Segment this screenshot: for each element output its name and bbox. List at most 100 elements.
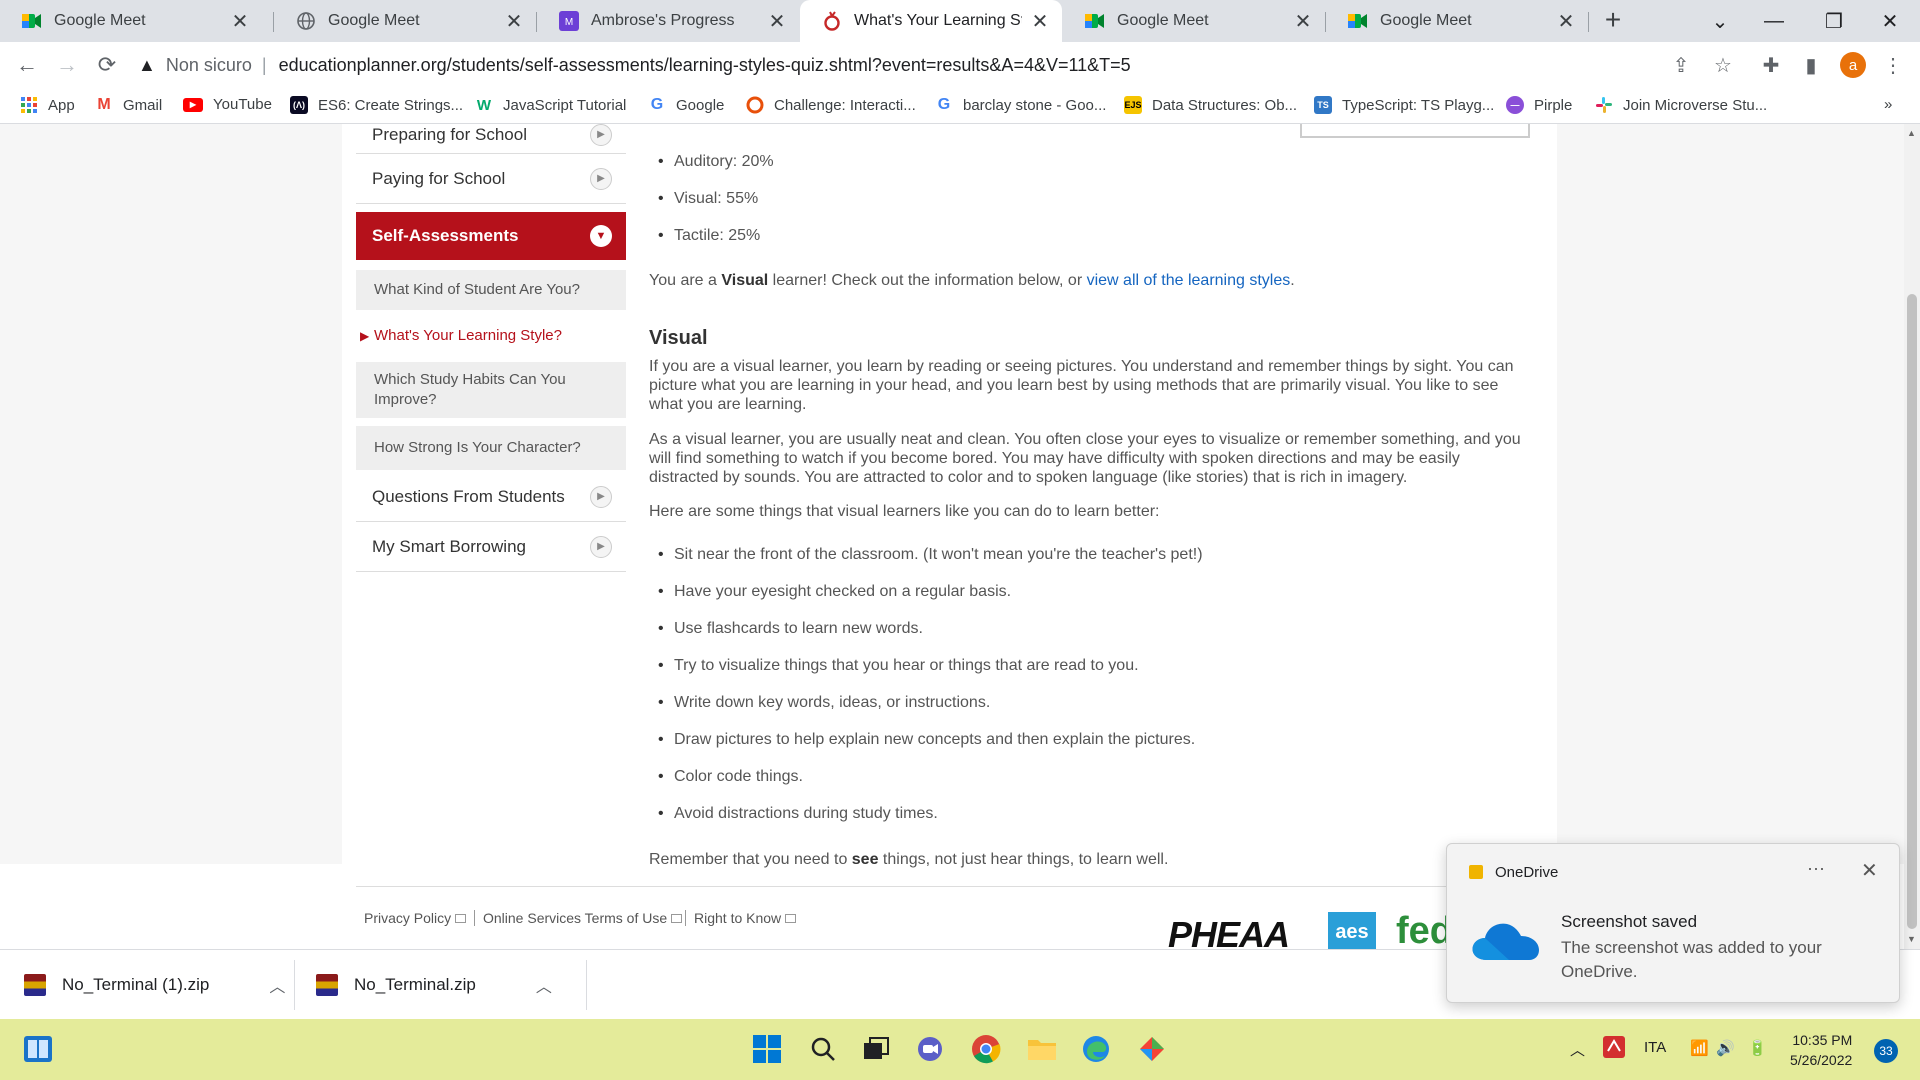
tab-search-chevron-icon[interactable]: ⌄ bbox=[1690, 0, 1750, 42]
close-window-button[interactable]: ✕ bbox=[1860, 0, 1920, 42]
bookmark-es6[interactable]: (Λ) ES6: Create Strings... bbox=[290, 96, 463, 114]
footer-link-privacy[interactable]: Privacy Policy bbox=[364, 910, 467, 926]
sidebar-item-preparing[interactable]: Preparing for School ▶ bbox=[356, 124, 626, 154]
download-filename: No_Terminal.zip bbox=[354, 975, 476, 994]
file-explorer-icon[interactable] bbox=[1024, 1031, 1060, 1067]
visual-paragraph-3: Here are some things that visual learner… bbox=[649, 503, 1160, 520]
minimize-button[interactable]: — bbox=[1744, 0, 1804, 42]
sidebar-sub-label: Which Study Habits Can You Improve? bbox=[374, 371, 566, 408]
start-windows-icon[interactable] bbox=[749, 1031, 785, 1067]
bookmark-app[interactable]: App bbox=[20, 96, 75, 114]
url-text[interactable]: educationplanner.org/students/self-asses… bbox=[279, 55, 1131, 76]
share-icon[interactable]: ⇪ bbox=[1666, 50, 1696, 80]
tab-google-meet-3[interactable]: Google Meet ✕ bbox=[1063, 0, 1325, 42]
notification-count-badge[interactable]: 33 bbox=[1874, 1039, 1898, 1063]
task-view-icon[interactable] bbox=[858, 1031, 894, 1067]
bookmark-barclay[interactable]: G barclay stone - Goo... bbox=[935, 96, 1107, 114]
pheaa-logo[interactable]: PHEAA bbox=[1168, 914, 1290, 949]
git-kraken-icon[interactable] bbox=[1134, 1031, 1170, 1067]
scroll-down-icon[interactable]: ▼ bbox=[1907, 934, 1916, 944]
tab-close-icon[interactable]: ✕ bbox=[1030, 9, 1050, 34]
bookmark-label: App bbox=[48, 96, 75, 114]
sidebar-sub-character[interactable]: How Strong Is Your Character? bbox=[356, 426, 626, 470]
reload-button[interactable]: ⟳ bbox=[92, 50, 122, 80]
sidebar-item-label: Self-Assessments bbox=[372, 226, 519, 245]
volume-icon[interactable]: 🔊 bbox=[1716, 1039, 1735, 1057]
address-bar[interactable]: ▲ Non sicuro | educationplanner.org/stud… bbox=[138, 47, 1748, 83]
globe-icon bbox=[296, 11, 316, 31]
chevron-up-icon[interactable]: ︿ bbox=[536, 973, 552, 997]
antivirus-tray-icon[interactable] bbox=[1603, 1036, 1625, 1062]
bookmark-google[interactable]: G Google bbox=[648, 96, 725, 114]
system-clock[interactable]: 10:35 PM 5/26/2022 bbox=[1790, 1030, 1852, 1070]
arrow-right-icon: ▶ bbox=[590, 535, 612, 558]
scroll-up-icon[interactable]: ▲ bbox=[1907, 128, 1916, 138]
score-visual: Visual: 55% bbox=[658, 190, 758, 208]
edge-icon[interactable] bbox=[1078, 1031, 1114, 1067]
search-icon[interactable] bbox=[805, 1031, 841, 1067]
bookmark-microverse[interactable]: Join Microverse Stu... bbox=[1595, 96, 1767, 114]
bookmark-data-structures[interactable]: EJS Data Structures: Ob... bbox=[1124, 96, 1297, 114]
extensions-puzzle-icon[interactable]: ✚ bbox=[1756, 50, 1786, 80]
bookmark-js-tutorial[interactable]: W JavaScript Tutorial bbox=[475, 96, 626, 114]
fed-logo[interactable]: fed bbox=[1396, 910, 1453, 949]
menu-kebab-icon[interactable]: ⋮ bbox=[1878, 50, 1908, 80]
download-item[interactable]: No_Terminal.zip ︿ bbox=[316, 950, 552, 1020]
tab-google-meet-1[interactable]: Google Meet ✕ bbox=[0, 0, 262, 42]
sidebar-item-label: Questions From Students bbox=[372, 486, 565, 506]
input-language[interactable]: ITA bbox=[1644, 1039, 1666, 1056]
chrome-icon[interactable] bbox=[968, 1031, 1004, 1067]
new-tab-button[interactable]: + bbox=[1598, 6, 1628, 36]
side-panel-icon[interactable]: ▮ bbox=[1796, 50, 1826, 80]
close-notification-button[interactable]: ✕ bbox=[1861, 858, 1878, 883]
tray-overflow-chevron-icon[interactable]: ︿ bbox=[1570, 1039, 1585, 1060]
teams-chat-icon[interactable] bbox=[912, 1031, 948, 1067]
sidebar-item-smart-borrowing[interactable]: My Smart Borrowing ▶ bbox=[356, 522, 626, 572]
tab-ambrose-progress[interactable]: M Ambrose's Progress ✕ bbox=[537, 0, 799, 42]
bookmark-challenge[interactable]: Challenge: Interacti... bbox=[746, 96, 916, 114]
sidebar-item-self-assessments[interactable]: Self-Assessments ▼ bbox=[356, 212, 626, 260]
tab-learning-style[interactable]: What's Your Learning Style? ✕ bbox=[800, 0, 1062, 42]
profile-avatar[interactable]: a bbox=[1840, 52, 1866, 78]
tab-title: What's Your Learning Style? bbox=[854, 12, 1022, 29]
bookmark-youtube[interactable]: ▶ YouTube bbox=[183, 96, 272, 113]
page-scrollbar[interactable]: ▲ ▼ bbox=[1904, 124, 1920, 949]
sidebar-item-paying[interactable]: Paying for School ▶ bbox=[356, 154, 626, 204]
battery-icon[interactable]: 🔋 bbox=[1748, 1039, 1767, 1057]
tab-google-meet-4[interactable]: Google Meet ✕ bbox=[1326, 0, 1588, 42]
scroll-thumb[interactable] bbox=[1907, 294, 1917, 929]
footer-link-right-to-know[interactable]: Right to Know bbox=[694, 910, 797, 926]
restore-button[interactable]: ❐ bbox=[1804, 0, 1864, 42]
chevron-up-icon[interactable]: ︿ bbox=[269, 973, 285, 997]
bookmark-label: Pirple bbox=[1534, 96, 1573, 114]
tab-separator bbox=[1588, 12, 1589, 32]
tab-close-icon[interactable]: ✕ bbox=[1293, 9, 1313, 34]
bookmark-pirple[interactable]: — Pirple bbox=[1506, 96, 1572, 114]
sidebar-sub-learning-style[interactable]: ▶ What's Your Learning Style? bbox=[356, 314, 626, 358]
view-all-styles-link[interactable]: view all of the learning styles bbox=[1087, 272, 1291, 289]
footer-link-terms[interactable]: Online Services Terms of Use bbox=[483, 910, 683, 926]
wifi-icon[interactable]: 📶 bbox=[1690, 1039, 1709, 1057]
tab-close-icon[interactable]: ✕ bbox=[767, 9, 787, 34]
more-options-button[interactable]: ··· bbox=[1807, 858, 1825, 879]
bookmark-gmail[interactable]: M Gmail bbox=[95, 96, 162, 114]
bookmark-star-icon[interactable]: ☆ bbox=[1708, 50, 1738, 80]
tab-close-icon[interactable]: ✕ bbox=[504, 9, 524, 34]
aes-logo[interactable]: aes bbox=[1328, 912, 1376, 949]
download-item[interactable]: No_Terminal (1).zip ︿ bbox=[24, 950, 285, 1020]
bookmarks-overflow-button[interactable]: » bbox=[1884, 96, 1892, 113]
widgets-icon[interactable] bbox=[20, 1031, 56, 1067]
sidebar-sub-study-habits[interactable]: Which Study Habits Can You Improve? bbox=[356, 362, 626, 418]
back-button[interactable]: ← bbox=[12, 50, 42, 80]
sidebar-item-questions[interactable]: Questions From Students ▶ bbox=[356, 472, 626, 522]
onedrive-notification[interactable]: OneDrive ··· ✕ Screenshot saved The scre… bbox=[1446, 843, 1900, 1003]
forward-button[interactable]: → bbox=[52, 50, 82, 80]
tab-close-icon[interactable]: ✕ bbox=[230, 9, 250, 34]
section-heading: Visual bbox=[649, 327, 708, 349]
educationplanner-icon bbox=[822, 11, 842, 31]
sidebar-sub-student-kind[interactable]: What Kind of Student Are You? bbox=[356, 270, 626, 310]
tab-google-meet-2[interactable]: Google Meet ✕ bbox=[274, 0, 536, 42]
tab-close-icon[interactable]: ✕ bbox=[1556, 9, 1576, 34]
sidebar-sub-label: What Kind of Student Are You? bbox=[374, 281, 580, 298]
bookmark-typescript[interactable]: TS TypeScript: TS Playg... bbox=[1314, 96, 1494, 114]
